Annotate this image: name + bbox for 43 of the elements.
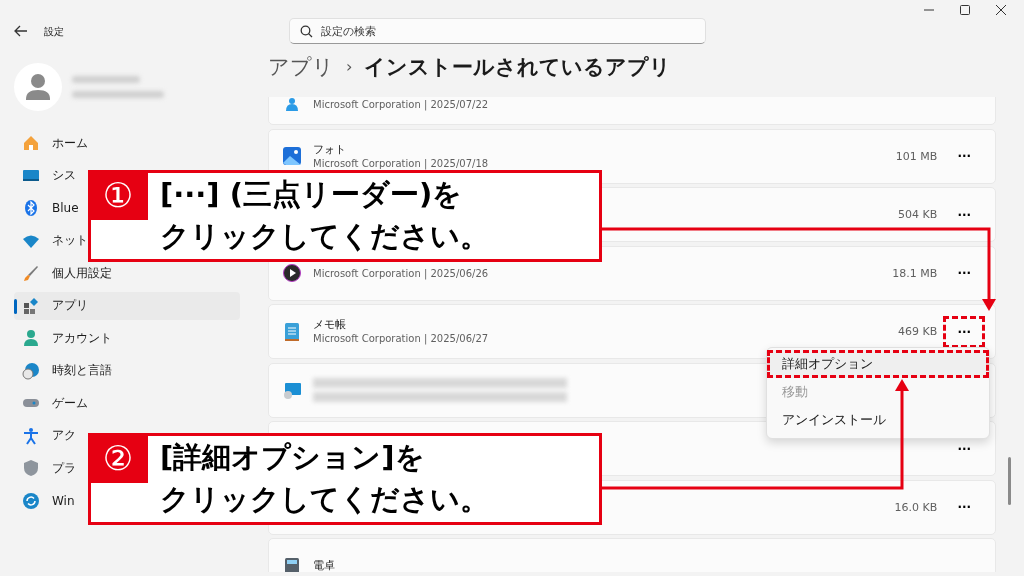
app-name: 電卓 bbox=[313, 558, 336, 572]
sidebar-item[interactable]: Win bbox=[14, 489, 79, 512]
sidebar-item[interactable]: シス bbox=[14, 164, 80, 187]
more-button[interactable]: ··· bbox=[951, 321, 978, 342]
app-details: Microsoft Corporation | 2025/06/27 bbox=[313, 332, 490, 345]
more-button[interactable]: ··· bbox=[951, 497, 978, 517]
menu-item[interactable]: アンインストール bbox=[767, 406, 989, 434]
step-number: ① bbox=[88, 170, 148, 220]
app-details: Microsoft Corporation | 2025/07/22 bbox=[313, 98, 490, 111]
menu-item[interactable]: 詳細オプション bbox=[767, 350, 989, 378]
app-details: Microsoft Corporation | 2025/06/26 bbox=[313, 266, 490, 280]
instruction-text: クリックしてください。 bbox=[160, 218, 489, 255]
sidebar-item[interactable]: ネット bbox=[14, 229, 92, 252]
app-name: メモ帳 bbox=[313, 318, 347, 332]
sidebar-item[interactable]: 時刻と言語 bbox=[14, 359, 116, 382]
sidebar-item[interactable]: アク bbox=[14, 424, 80, 447]
search-field[interactable]: 設定の検索 bbox=[289, 18, 706, 44]
sidebar-item[interactable]: ホーム bbox=[14, 132, 92, 154]
sidebar-item[interactable]: ゲーム bbox=[14, 392, 92, 414]
window-title: 設定 bbox=[44, 25, 65, 39]
more-button[interactable]: ··· bbox=[951, 204, 978, 225]
app-size: 18.1 MB bbox=[892, 266, 938, 280]
app-size: 504 KB bbox=[897, 208, 938, 221]
breadcrumb-link[interactable]: アプリ bbox=[268, 52, 334, 81]
app-size: 469 KB bbox=[897, 325, 938, 338]
sidebar-item[interactable]: Blue bbox=[14, 197, 83, 219]
page-title: インストールされているアプリ bbox=[364, 53, 672, 81]
step-number: ② bbox=[88, 433, 148, 483]
sidebar-item[interactable]: アカウント bbox=[14, 327, 116, 349]
instruction-text: クリックしてください。 bbox=[160, 481, 489, 518]
app-name: フォト bbox=[313, 142, 347, 157]
sidebar-item[interactable]: 個人用設定 bbox=[14, 262, 116, 284]
app-size: 16.0 KB bbox=[894, 500, 938, 514]
instruction-text: [詳細オプション]を bbox=[160, 439, 426, 476]
app-size: 101 MB bbox=[895, 149, 938, 163]
breadcrumb-separator: › bbox=[346, 57, 353, 76]
instruction-text: [···] (三点リーダー)を bbox=[160, 176, 464, 213]
more-button[interactable]: ··· bbox=[951, 263, 978, 283]
more-button[interactable]: ··· bbox=[951, 146, 978, 166]
app-details: Microsoft Corporation | 2025/07/18 bbox=[313, 156, 490, 170]
sidebar-item[interactable]: プラ bbox=[14, 457, 80, 479]
sidebar-item[interactable]: アプリ bbox=[14, 291, 240, 320]
more-button[interactable]: ··· bbox=[951, 438, 978, 459]
